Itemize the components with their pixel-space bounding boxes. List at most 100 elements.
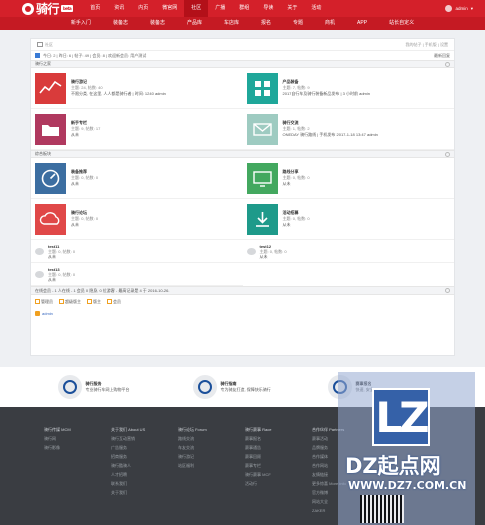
footer-column: 骑行论坛 Forum 路线交流 车友交流 骑行游记 站区福利 [178, 425, 223, 515]
footer-link[interactable]: 骑行游记 [178, 452, 223, 461]
online-text: 在线会员 - 1 人在线 - 1 会员 0 隐身, 0 位游客 - 最高记录是 … [35, 287, 170, 293]
subnav-item[interactable]: 专题 [282, 17, 314, 30]
watermark-url: WWW.DZ7.COM.CN [348, 479, 467, 492]
online-user[interactable]: admin [31, 308, 454, 318]
nav-item[interactable]: 社区 [184, 0, 209, 17]
nav-item[interactable]: 微官网 [155, 0, 184, 17]
forum-item[interactable]: 骑行交流 主题: 1, 帖数: 2 ONEDAY 骑行路线 | 手机发布 2017-… [242, 109, 454, 150]
subnav-item[interactable]: 装备志 [139, 17, 176, 30]
footer-link[interactable]: 广告服务 [111, 443, 156, 452]
section-header[interactable]: 综合板块 [31, 150, 454, 158]
legend-label: 超级版主 [65, 298, 81, 304]
forum-last-post[interactable]: 2017自行车及骑行装备新品发布 | 3 小时前 admin [283, 91, 371, 97]
subnav-item[interactable]: APP [346, 17, 378, 30]
forum-last-post[interactable]: 从未 [283, 222, 310, 228]
collapse-icon[interactable] [445, 288, 450, 293]
footer-link[interactable]: 骑行互动营销 [111, 434, 156, 443]
forum-text: 路线分享 主题: 0, 帖数: 0 从未 [283, 169, 310, 187]
group-legend: 管理员 超级版主 版主 会员 [31, 295, 454, 308]
subnav-item[interactable]: 新手入门 [60, 17, 102, 30]
footer-link[interactable]: 招商服务 [111, 452, 156, 461]
promo-desc: 专为骑友打造, 保障快乐骑行 [220, 387, 271, 392]
nav-item[interactable]: 广播 [208, 0, 232, 17]
footer-column: 关于我们 About US 骑行互动营销 广告服务 招商服务 骑行酷骑人 人才招聘 联系我们… [111, 425, 156, 515]
forum-item[interactable]: test13 主题: 0, 帖数: 0 从未 [31, 263, 243, 286]
nav-item[interactable]: 首页 [83, 0, 107, 17]
forum-last-post: 从未 [259, 253, 268, 259]
legend-item: 版主 [87, 299, 101, 305]
promo-text: 骑行服务 专业骑行车网上购物平台 [86, 381, 130, 393]
nav-item[interactable]: 资讯 [107, 0, 131, 17]
forum-item[interactable]: 装备推荐 主题: 0, 帖数: 0 从未 [31, 158, 243, 199]
subnav-item[interactable]: 产品库 [176, 17, 213, 30]
chat-bubble-icon [35, 270, 44, 278]
footer-link[interactable]: 车友交流 [178, 443, 223, 452]
username: admin [455, 6, 468, 11]
subnav-item[interactable]: 站长自定义 [378, 17, 425, 30]
forum-item[interactable]: 骑行游记 主题: 24, 帖数: 40 不限分类, 在这里, 人人都是骑行者 | 时… [31, 68, 243, 109]
forum-last-post[interactable]: ONEDAY 骑行路线 | 手机发布 2017-1-18 13:47 admin [283, 132, 378, 138]
forum-item[interactable]: 新手专栏 主题: 9, 帖数: 17 从未 [31, 109, 243, 150]
nav-item[interactable]: 内页 [131, 0, 155, 17]
quick-links[interactable]: 我的帖子 | 手机版 | 设置 [405, 42, 448, 48]
section-header[interactable]: 骑行之家 [31, 60, 454, 68]
chevron-down-icon: ▾ [470, 5, 473, 11]
forum-item[interactable]: test11 主题: 0, 帖数: 0 从未 [31, 240, 243, 263]
forum-text: 新手专栏 主题: 9, 帖数: 17 从未 [71, 120, 100, 138]
subnav-item[interactable]: 装备志 [102, 17, 139, 30]
forum-last-post[interactable]: 从未 [71, 222, 98, 228]
collapse-icon[interactable] [445, 151, 450, 157]
footer-link[interactable]: 关于我们 [111, 488, 156, 497]
forum-item[interactable]: 骑行论坛 主题: 0, 帖数: 0 从未 [31, 199, 243, 240]
latest-reply-link[interactable]: 最新回复 [434, 53, 450, 59]
collapse-icon[interactable] [445, 61, 450, 67]
footer-link[interactable]: 赛事通告 [245, 443, 290, 452]
footer-link[interactable]: 联系我们 [111, 479, 156, 488]
footer-link[interactable]: 骑行酷骑人 [111, 461, 156, 470]
online-members-bar[interactable]: 在线会员 - 1 人在线 - 1 会员 0 隐身, 0 位游客 - 最高记录是 … [31, 286, 454, 295]
breadcrumb-current[interactable]: 社区 [45, 42, 53, 48]
footer-link[interactable]: 赛事报名 [245, 434, 290, 443]
subnav-item[interactable]: 车店库 [213, 17, 250, 30]
stats-text: 今日: 2 | 昨日: 6 | 帖子: 49 | 会员: 8 | 欢迎新会员: … [43, 52, 147, 58]
nav-item[interactable]: 导读 [256, 0, 280, 17]
section-title: 骑行之家 [35, 61, 51, 66]
footer-link[interactable]: 赛事回顾 [245, 452, 290, 461]
footer-link[interactable]: 路线交流 [178, 434, 223, 443]
group-icon [35, 299, 40, 304]
footer-link[interactable]: 骑行赛事 MCF [245, 470, 290, 479]
footer-link[interactable]: 活动行 [245, 479, 290, 488]
footer-link[interactable]: 骑行网 [44, 434, 89, 443]
forum-last-post[interactable]: 从未 [71, 181, 98, 187]
legend-item: 会员 [107, 299, 121, 305]
forum-last-post[interactable]: 不限分类, 在这里, 人人都是骑行者 | 时间: 1240 admin [71, 91, 166, 97]
mail-icon [246, 113, 278, 145]
monitor-icon [246, 162, 278, 194]
footer-link[interactable]: 赛事专栏 [245, 461, 290, 470]
subnav-item[interactable]: 报名 [250, 17, 282, 30]
subnav-item[interactable]: 商机 [314, 17, 346, 30]
promo-item[interactable]: 骑行指南 专为骑友打造, 保障快乐骑行 [192, 375, 293, 399]
forum-item[interactable]: 路线分享 主题: 0, 帖数: 0 从未 [242, 158, 454, 199]
stats-icon [35, 53, 40, 58]
forum-item[interactable]: 活动招募 主题: 0, 帖数: 0 从未 [242, 199, 454, 240]
user-menu[interactable]: admin ▾ [445, 5, 473, 12]
group-icon [107, 299, 112, 304]
forum-meta: 主题: 0, 帖数: 0 [48, 271, 76, 277]
footer-link[interactable]: 骑行影像 [44, 443, 89, 452]
site-logo[interactable]: 骑行 beta [22, 0, 74, 17]
footer-link[interactable]: 人才招聘 [111, 470, 156, 479]
home-icon[interactable] [37, 42, 43, 47]
chat-bubble-icon [246, 247, 256, 255]
footer-link[interactable]: 站区福利 [178, 461, 223, 470]
forum-item[interactable]: test12 主题: 0, 帖数: 0 从未 [242, 240, 454, 263]
forum-item[interactable]: 产品装备 主题: 7, 帖数: 9 2017自行车及骑行装备新品发布 | 3 小时前… [242, 68, 454, 109]
footer-column: 骑行赛事 Race 赛事报名 赛事通告 赛事回顾 赛事专栏 骑行赛事 MCF 活动行 [245, 425, 290, 515]
forum-last-post[interactable]: 从未 [71, 132, 100, 138]
promo-item[interactable]: 骑行服务 专业骑行车网上购物平台 [57, 375, 158, 399]
nav-item[interactable]: 群组 [232, 0, 256, 17]
nav-item[interactable]: 关于 [280, 0, 304, 17]
nav-item[interactable]: 活动 [304, 0, 328, 17]
forum-last-post[interactable]: 从未 [283, 181, 310, 187]
brand-name: 骑行 [36, 2, 60, 16]
